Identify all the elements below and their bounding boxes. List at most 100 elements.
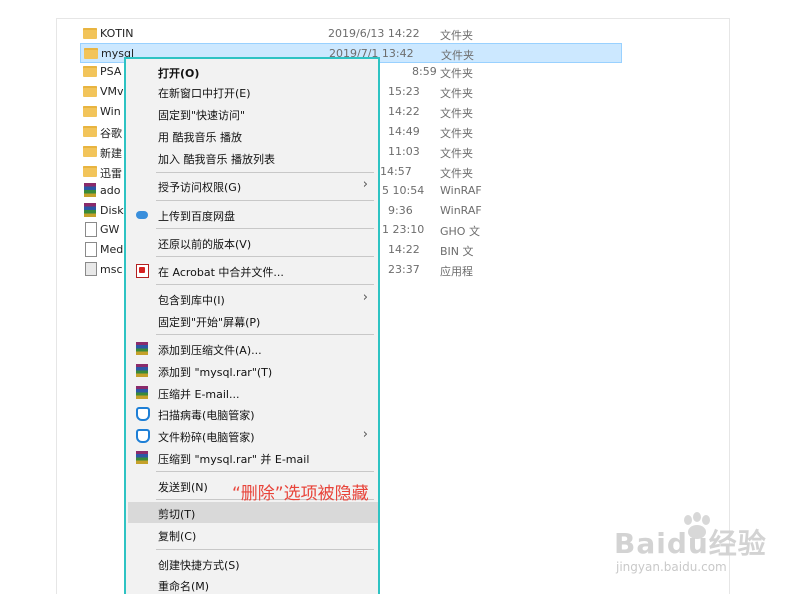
file-name: KOTIN — [100, 27, 134, 40]
menu-item-rename[interactable]: 重命名(M) — [128, 574, 378, 594]
folder-icon — [83, 146, 97, 157]
file-type: 文件夹 — [441, 49, 474, 62]
winrar-icon — [136, 364, 148, 377]
red-annotation-text: “删除”选项被隐藏 — [232, 484, 369, 504]
menu-item-include-library[interactable]: 包含到库中(I) › — [128, 288, 378, 309]
menu-separator — [156, 549, 374, 550]
file-name: 新建 — [100, 147, 122, 160]
file-type: BIN 文 — [440, 245, 474, 258]
file-date: 14:49 — [388, 125, 420, 138]
file-type: WinRAF — [440, 204, 482, 217]
menu-item-add-kugou-playlist[interactable]: 加入 酷我音乐 播放列表 — [128, 147, 378, 168]
file-name: GW — [100, 223, 120, 236]
menu-label: 添加到压缩文件(A)... — [158, 344, 262, 357]
file-type: 文件夹 — [440, 29, 473, 42]
file-name: Win — [100, 105, 121, 118]
menu-label: 还原以前的版本(V) — [158, 238, 252, 251]
chevron-right-icon: › — [362, 177, 368, 192]
file-date: 9:36 — [388, 204, 413, 217]
menu-item-shred-file[interactable]: 文件粉碎(电脑管家) › — [128, 425, 378, 446]
menu-label: 在新窗口中打开(E) — [158, 87, 251, 100]
menu-item-open-new-window[interactable]: 在新窗口中打开(E) — [128, 81, 378, 102]
file-type: 文件夹 — [440, 67, 473, 80]
menu-label: 压缩并 E-mail... — [158, 388, 240, 401]
file-type: 文件夹 — [440, 87, 473, 100]
menu-item-play-kugou[interactable]: 用 酷我音乐 播放 — [128, 125, 378, 146]
file-type: 文件夹 — [440, 167, 473, 180]
file-name: 迅雷 — [100, 167, 122, 180]
file-type: 文件夹 — [440, 107, 473, 120]
menu-item-add-archive[interactable]: 添加到压缩文件(A)... — [128, 338, 378, 359]
file-type: GHO 文 — [440, 225, 480, 238]
menu-separator — [156, 334, 374, 335]
menu-separator — [156, 228, 374, 229]
acrobat-icon — [136, 264, 149, 278]
menu-item-grant-access[interactable]: 授予访问权限(G) › — [128, 175, 378, 196]
menu-item-restore-previous[interactable]: 还原以前的版本(V) — [128, 232, 378, 253]
menu-label: 创建快捷方式(S) — [158, 559, 240, 572]
menu-item-compress-email[interactable]: 压缩并 E-mail... — [128, 382, 378, 403]
watermark-brand: Baidu经验 — [614, 527, 767, 560]
menu-label: 授予访问权限(G) — [158, 181, 242, 194]
menu-separator — [156, 284, 374, 285]
menu-label: 加入 酷我音乐 播放列表 — [158, 153, 275, 166]
menu-item-open[interactable]: 打开(O) — [128, 61, 378, 82]
file-name: PSA — [100, 65, 122, 78]
menu-label: 包含到库中(I) — [158, 294, 225, 307]
shield-icon — [136, 407, 150, 421]
folder-icon — [84, 48, 98, 59]
baidu-jingyan-watermark: Baidu经验 jingyan.baidu.com — [614, 512, 767, 580]
file-type: 应用程 — [440, 265, 473, 278]
chevron-right-icon: › — [362, 290, 368, 305]
context-menu: 打开(O) 在新窗口中打开(E) 固定到"快速访问" 用 酷我音乐 播放 加入 … — [124, 57, 380, 594]
menu-item-pin-start[interactable]: 固定到"开始"屏幕(P) — [128, 310, 378, 331]
file-date: 11:03 — [388, 145, 420, 158]
file-name: VMv — [100, 85, 124, 98]
menu-separator — [156, 200, 374, 201]
menu-item-cut[interactable]: 剪切(T) — [128, 502, 378, 523]
menu-label: 压缩到 "mysql.rar" 并 E-mail — [158, 453, 310, 466]
menu-item-copy[interactable]: 复制(C) — [128, 524, 378, 545]
file-date: 14:57 — [380, 165, 412, 178]
menu-item-scan-virus[interactable]: 扫描病毒(电脑管家) — [128, 403, 378, 424]
menu-separator — [156, 172, 374, 173]
file-date: 14:22 — [388, 243, 420, 256]
menu-separator — [156, 256, 374, 257]
folder-icon — [83, 126, 97, 137]
file-type: 文件夹 — [440, 127, 473, 140]
file-date: 8:59 — [412, 65, 437, 78]
menu-item-add-mysql-rar[interactable]: 添加到 "mysql.rar"(T) — [128, 360, 378, 381]
menu-label: 复制(C) — [158, 530, 197, 543]
file-date: 5 10:54 — [382, 184, 425, 197]
chevron-right-icon: › — [362, 427, 368, 442]
folder-icon — [83, 28, 97, 39]
menu-separator — [156, 471, 374, 472]
menu-item-upload-baidu[interactable]: 上传到百度网盘 — [128, 204, 378, 225]
menu-label: 上传到百度网盘 — [158, 210, 235, 223]
document-icon — [85, 242, 97, 257]
file-type: 文件夹 — [440, 147, 473, 160]
file-date: 2019/6/13 14:22 — [328, 27, 420, 40]
watermark-url: jingyan.baidu.com — [616, 560, 727, 574]
file-name: ado — [100, 184, 121, 197]
file-date: 14:22 — [388, 105, 420, 118]
folder-icon — [83, 86, 97, 97]
menu-label: 固定到"快速访问" — [158, 109, 246, 122]
menu-item-pin-quick-access[interactable]: 固定到"快速访问" — [128, 103, 378, 124]
folder-icon — [83, 166, 97, 177]
winrar-archive-icon — [84, 183, 96, 197]
file-name: Disk — [100, 204, 124, 217]
winrar-icon — [136, 386, 148, 399]
application-icon — [85, 262, 97, 276]
winrar-archive-icon — [84, 203, 96, 217]
folder-icon — [83, 66, 97, 77]
menu-label: 打开(O) — [158, 67, 200, 80]
menu-item-acrobat-merge[interactable]: 在 Acrobat 中合并文件... — [128, 260, 378, 281]
file-type: WinRAF — [440, 184, 482, 197]
file-row-kotin[interactable]: KOTIN 2019/6/13 14:22 文件夹 — [80, 24, 620, 44]
file-name: 谷歌 — [100, 127, 122, 140]
menu-item-compress-mysql-email[interactable]: 压缩到 "mysql.rar" 并 E-mail — [128, 447, 378, 468]
winrar-icon — [136, 342, 148, 355]
menu-label: 剪切(T) — [158, 508, 196, 521]
menu-item-create-shortcut[interactable]: 创建快捷方式(S) — [128, 553, 378, 574]
